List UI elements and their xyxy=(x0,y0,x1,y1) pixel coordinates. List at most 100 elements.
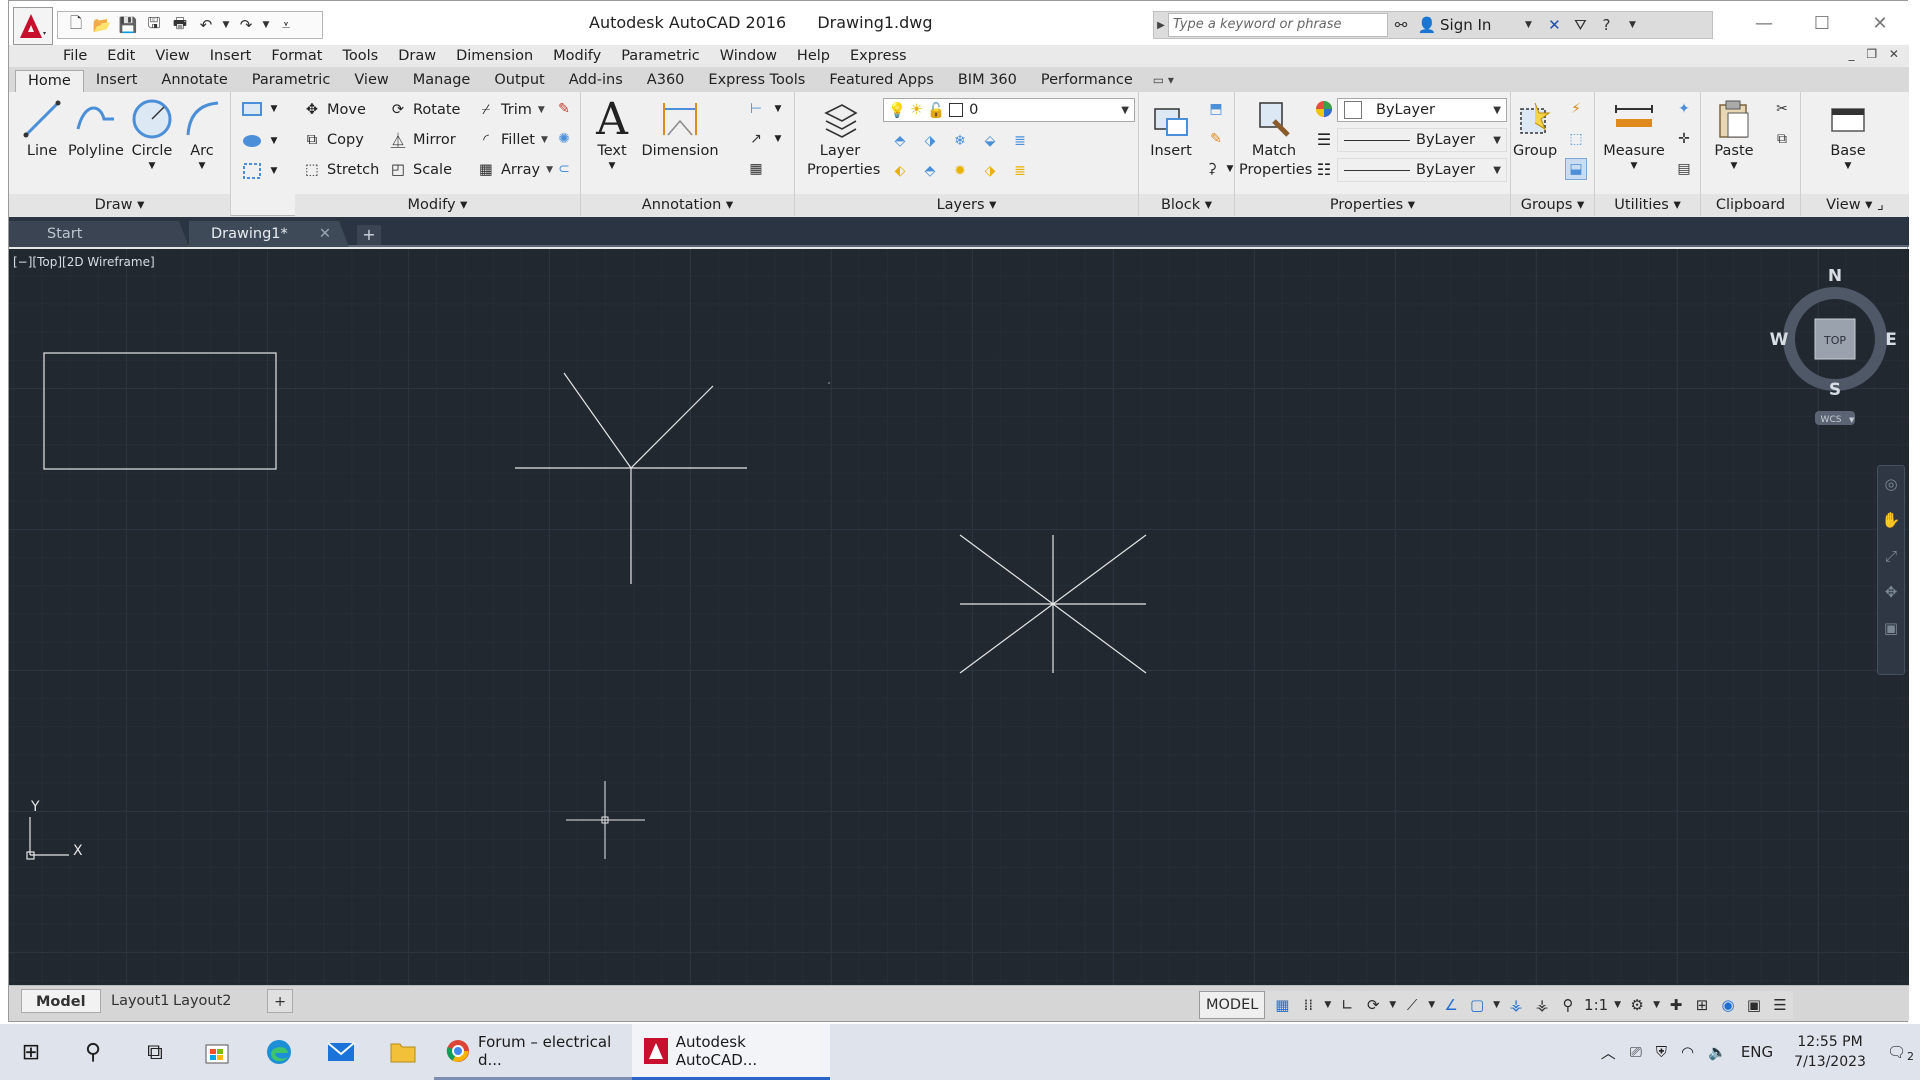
layer-previous-icon[interactable]: ≣ xyxy=(1009,160,1031,182)
annotation-panel-title[interactable]: Annotation ▾ xyxy=(581,194,794,216)
menu-item[interactable]: Edit xyxy=(107,48,135,64)
hardware-acceleration-icon[interactable]: ▣ xyxy=(1741,991,1767,1019)
modify-panel-title[interactable]: Modify ▾ xyxy=(295,194,580,216)
explode-icon[interactable]: ✺ xyxy=(553,128,575,150)
search-input[interactable]: Type a keyword or phrase xyxy=(1168,13,1388,37)
viewcube[interactable]: TOP N S E W WCS ▼ xyxy=(1761,266,1901,439)
doc-tab-start[interactable]: Start xyxy=(9,221,189,247)
insert-block-button[interactable]: Insert xyxy=(1143,96,1199,161)
undo-icon[interactable]: ↶ xyxy=(194,14,218,36)
workspace-gear-icon[interactable]: ⚙ xyxy=(1624,991,1650,1019)
snap-icon[interactable]: ⁞⁞ xyxy=(1295,991,1321,1019)
mail-icon[interactable] xyxy=(310,1024,372,1080)
fillet-button[interactable]: ◜ Fillet ▼ xyxy=(475,128,548,152)
sign-in-button[interactable]: Sign In xyxy=(1440,16,1491,34)
menu-item[interactable]: Express xyxy=(850,48,907,64)
auto-scale-icon[interactable]: ⚶ xyxy=(1529,991,1555,1019)
print-icon[interactable]: 🖶 xyxy=(168,14,192,36)
line-button[interactable]: Line xyxy=(13,96,71,161)
layer-lock-icon[interactable]: ⬙ xyxy=(979,130,1001,152)
array-button[interactable]: ▦ Array ▼ xyxy=(475,158,553,182)
annotation-scale-icon[interactable]: ⚲ xyxy=(1555,991,1581,1019)
isolate-objects-icon[interactable]: ◉ xyxy=(1715,991,1741,1019)
annotation-monitor-icon[interactable]: ✚ xyxy=(1663,991,1689,1019)
menu-item[interactable]: Format xyxy=(271,48,322,64)
rectangle-dropdown-icon[interactable]: ▼ xyxy=(263,98,285,120)
open-file-icon[interactable]: 📂 xyxy=(90,14,114,36)
ribbon-tab[interactable]: Insert xyxy=(84,70,150,92)
ribbon-tab[interactable]: Add-ins xyxy=(557,70,635,92)
menu-item[interactable]: Insert xyxy=(210,48,252,64)
lineweight-icon[interactable]: ☰ xyxy=(1313,128,1335,150)
menu-item[interactable]: File xyxy=(63,48,87,64)
cut-icon[interactable]: ✂ xyxy=(1771,98,1793,120)
block-panel-title[interactable]: Block ▾ xyxy=(1139,194,1234,216)
ribbon-tab[interactable]: Annotate xyxy=(149,70,239,92)
annotation-scale-dropdown-icon[interactable]: ▼ xyxy=(1611,991,1624,1019)
help-dropdown-icon[interactable]: ▼ xyxy=(1619,20,1645,30)
linetype-dropdown[interactable]: ByLayer ▼ xyxy=(1337,158,1507,182)
ungroup-icon[interactable]: ⚡ xyxy=(1565,98,1587,120)
help-icon[interactable]: ? xyxy=(1593,16,1619,34)
menu-item[interactable]: View xyxy=(155,48,189,64)
utilities-panel-title[interactable]: Utilities ▾ xyxy=(1595,194,1700,216)
hatch-icon[interactable] xyxy=(241,130,263,152)
make-current-icon[interactable]: ⬖ xyxy=(889,160,911,182)
layer-unisolate-icon[interactable]: ⬘ xyxy=(919,160,941,182)
properties-panel-title[interactable]: Properties ▾ xyxy=(1235,194,1510,216)
move-button[interactable]: ✥ Move xyxy=(301,98,366,122)
layer-properties-button[interactable]: Layer Properties xyxy=(803,96,880,180)
minimize-icon[interactable]: — xyxy=(1735,1,1793,45)
units-icon[interactable]: ⊞ xyxy=(1689,991,1715,1019)
layers-panel-title[interactable]: Layers ▾ xyxy=(795,194,1138,216)
menu-item[interactable]: Dimension xyxy=(456,48,533,64)
menu-item[interactable]: Help xyxy=(797,48,830,64)
layer-isolate-icon[interactable]: ⬗ xyxy=(919,130,941,152)
scale-button[interactable]: ◰ Scale xyxy=(387,158,452,182)
layer-freeze-icon[interactable]: ❄ xyxy=(949,130,971,152)
ribbon-tab[interactable]: Performance xyxy=(1029,70,1145,92)
copy-clip-icon[interactable]: ⧉ xyxy=(1771,128,1793,150)
object-snap-icon[interactable]: ▢ xyxy=(1464,991,1490,1019)
new-tab-button[interactable]: + xyxy=(357,225,381,245)
polyline-button[interactable]: Polyline xyxy=(67,96,125,161)
polar-tracking-icon[interactable]: ⟳ xyxy=(1360,991,1386,1019)
wifi-icon[interactable]: ◠ xyxy=(1674,1043,1701,1061)
paste-button[interactable]: Paste ▼ xyxy=(1707,96,1761,171)
document-window-controls[interactable]: _ ❐ ✕ xyxy=(1849,47,1903,61)
groups-panel-title[interactable]: Groups ▾ xyxy=(1511,194,1594,216)
snap-dropdown-icon[interactable]: ▼ xyxy=(1321,991,1334,1019)
layer-unlock-all-icon[interactable]: ⬗ xyxy=(979,160,1001,182)
clipboard-panel-title[interactable]: Clipboard xyxy=(1701,194,1800,216)
view-panel-title[interactable]: View ▾ ⌟ xyxy=(1801,194,1909,216)
task-view-icon[interactable]: ⧉ xyxy=(124,1024,186,1080)
ortho-icon[interactable]: ∟ xyxy=(1334,991,1360,1019)
redo-dropdown-icon[interactable]: ▼ xyxy=(260,14,272,36)
isometric-icon[interactable]: ⟋ xyxy=(1399,991,1425,1019)
linear-dimension-icon[interactable]: ⊢ xyxy=(745,98,767,120)
maximize-icon[interactable]: ☐ xyxy=(1793,1,1851,45)
grid-icon[interactable]: ▦ xyxy=(1269,991,1295,1019)
show-hidden-icons-icon[interactable]: ︿ xyxy=(1594,1042,1623,1063)
expand-search-icon[interactable]: ▶ xyxy=(1154,20,1168,31)
model-space-toggle[interactable]: MODEL xyxy=(1199,991,1266,1019)
group-edit-icon[interactable]: ⬚ xyxy=(1565,128,1587,150)
menu-item[interactable]: Draw xyxy=(398,48,436,64)
exchange-icon[interactable]: ✕ xyxy=(1541,16,1567,34)
object-snap-tracking-icon[interactable]: ∠ xyxy=(1438,991,1464,1019)
erase-icon[interactable]: ✎ xyxy=(553,98,575,120)
calculator-icon[interactable]: ▤ xyxy=(1673,158,1695,180)
layout-tab[interactable]: Model xyxy=(21,989,101,1013)
undo-dropdown-icon[interactable]: ▼ xyxy=(220,14,232,36)
ribbon-tab[interactable]: Manage xyxy=(401,70,483,92)
notifications-icon[interactable]: 🗨 2 xyxy=(1880,1043,1920,1063)
copy-button[interactable]: ⧉ Copy xyxy=(301,128,364,152)
measure-button[interactable]: Measure ▼ xyxy=(1601,96,1667,171)
lineweight-dropdown[interactable]: ByLayer ▼ xyxy=(1337,128,1507,152)
ribbon-minimize-icon[interactable]: ▭ ▾ xyxy=(1153,70,1174,92)
taskbar-autocad[interactable]: Autodesk AutoCAD... xyxy=(632,1024,830,1080)
customize-qat-icon[interactable]: ⩡ xyxy=(274,14,298,36)
language-indicator[interactable]: ENG xyxy=(1734,1043,1780,1061)
polar-dropdown-icon[interactable]: ▼ xyxy=(1386,991,1399,1019)
search-icon[interactable]: ⚲ xyxy=(62,1024,124,1080)
